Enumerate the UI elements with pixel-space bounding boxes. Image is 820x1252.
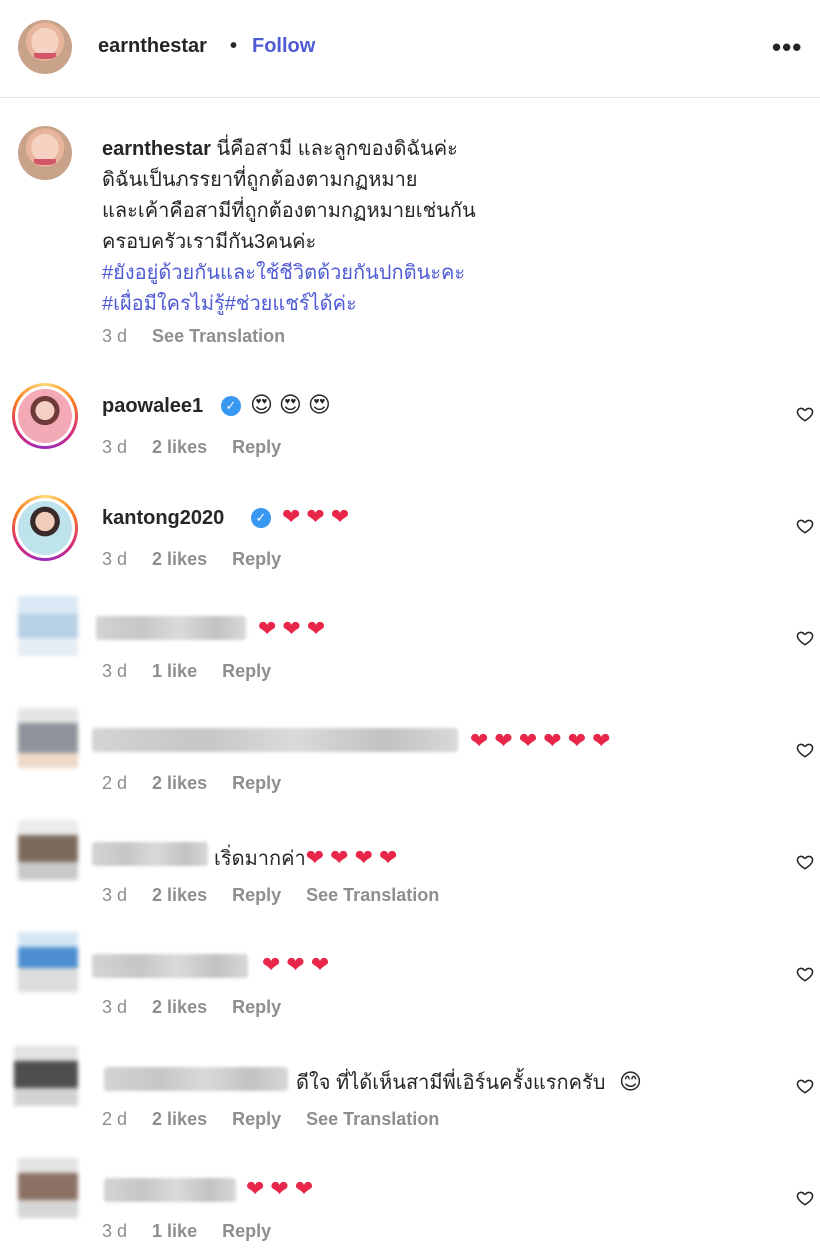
avatar	[18, 389, 72, 443]
reply-button[interactable]: Reply	[232, 997, 281, 1017]
heart-outline-icon[interactable]	[796, 853, 814, 871]
reply-button[interactable]: Reply	[232, 437, 281, 457]
caption-time: 3 d	[102, 326, 128, 346]
caption-text-1: นี่คือสามี และลูกของดิฉันค่ะ	[216, 138, 458, 160]
caption-line-1: earnthestar นี่คือสามี และลูกของดิฉันค่ะ	[102, 132, 458, 164]
comment-meta: 3 d 2 likes Reply See Translation	[102, 885, 459, 906]
comment-meta: 2 d 2 likes Reply See Translation	[102, 1109, 459, 1130]
comment-meta: 3 d 1 like Reply	[102, 661, 291, 682]
avatar	[18, 501, 72, 555]
comment-time: 3 d	[102, 885, 128, 905]
comment-username[interactable]	[92, 954, 248, 978]
avatar[interactable]	[18, 1158, 78, 1218]
comment-text: ❤❤❤	[262, 952, 336, 977]
avatar[interactable]	[18, 932, 78, 992]
comment-time: 2 d	[102, 773, 128, 793]
author-username[interactable]: earnthestar	[98, 35, 207, 58]
comment-meta: 3 d 2 likes Reply	[102, 549, 301, 570]
reply-button[interactable]: Reply	[232, 885, 281, 905]
reply-button[interactable]: Reply	[222, 661, 271, 681]
heart-outline-icon[interactable]	[796, 1077, 814, 1095]
comment-time: 3 d	[102, 661, 128, 681]
see-translation-button[interactable]: See Translation	[306, 1109, 439, 1129]
verified-badge-icon: ✓	[221, 396, 241, 416]
comment-time: 3 d	[102, 997, 128, 1017]
comment-meta: 3 d 1 like Reply	[102, 1221, 291, 1242]
reply-button[interactable]: Reply	[222, 1221, 271, 1241]
follow-button[interactable]: Follow	[252, 35, 315, 58]
smile-emoji-icon: 😊	[619, 1069, 642, 1094]
caption-text-4: ครอบครัวเรามีกัน3คนค่ะ	[102, 231, 317, 253]
heart-outline-icon[interactable]	[796, 965, 814, 983]
hashtag-2[interactable]: #เผื่อมีใครไม่รู้#ช่วยแชร์ได้ค่ะ	[102, 287, 357, 319]
avatar[interactable]	[18, 708, 78, 768]
comment-time: 3 d	[102, 549, 128, 569]
verified-badge-icon: ✓	[251, 508, 271, 528]
comment-text: ❤❤❤	[282, 504, 356, 529]
story-ring-avatar[interactable]	[12, 495, 78, 561]
comment-likes[interactable]: 2 likes	[152, 773, 207, 793]
comment-likes[interactable]: 2 likes	[152, 885, 207, 905]
comment-meta: 2 d 2 likes Reply	[102, 773, 301, 794]
comment-text-body: ดีใจ ที่ได้เห็นสามีพี่เอิร์นครั้งแรกครับ	[296, 1072, 606, 1094]
avatar[interactable]	[18, 820, 78, 880]
avatar[interactable]	[18, 596, 78, 656]
comment-text: ❤❤❤	[246, 1176, 320, 1201]
heart-outline-icon[interactable]	[796, 741, 814, 759]
comment-text: ดีใจ ที่ได้เห็นสามีพี่เอิร์นครั้งแรกครับ…	[296, 1066, 642, 1098]
heart-outline-icon[interactable]	[796, 629, 814, 647]
comment-username[interactable]	[92, 728, 458, 752]
caption-avatar[interactable]	[18, 126, 72, 180]
comment-hearts: ❤❤❤❤	[305, 845, 404, 870]
comment-text: เริ่ดมากค่า❤❤❤❤	[214, 842, 403, 874]
comment-text-body: เริ่ดมากค่า	[214, 848, 306, 870]
caption-meta: 3 d See Translation	[102, 326, 305, 347]
comment-likes[interactable]: 2 likes	[152, 997, 207, 1017]
author-avatar[interactable]	[18, 20, 72, 74]
caption-text-3: และเค้าคือสามีที่ถูกต้องตามกฏหมายเช่นกัน	[102, 200, 476, 222]
comment-username[interactable]: kantong2020	[102, 507, 224, 530]
comment-time: 3 d	[102, 1221, 128, 1241]
post-header: earnthestar • Follow •••	[0, 0, 820, 98]
comment-meta: 3 d 2 likes Reply	[102, 437, 301, 458]
caption-see-translation[interactable]: See Translation	[152, 326, 285, 346]
comment-meta: 3 d 2 likes Reply	[102, 997, 301, 1018]
comment-likes[interactable]: 2 likes	[152, 437, 207, 457]
comment-time: 2 d	[102, 1109, 128, 1129]
comment-text: ❤❤❤❤❤❤	[470, 728, 617, 753]
comment-text: 😍😍😍	[250, 392, 337, 417]
comment-username[interactable]	[104, 1067, 288, 1091]
comment-likes[interactable]: 1 like	[152, 1221, 197, 1241]
reply-button[interactable]: Reply	[232, 549, 281, 569]
separator-dot: •	[230, 35, 238, 57]
heart-outline-icon[interactable]	[796, 1189, 814, 1207]
see-translation-button[interactable]: See Translation	[306, 885, 439, 905]
comment-username[interactable]: paowalee1	[102, 395, 203, 418]
comment-likes[interactable]: 2 likes	[152, 1109, 207, 1129]
caption-username[interactable]: earnthestar	[102, 138, 211, 160]
comment-likes[interactable]: 2 likes	[152, 549, 207, 569]
reply-button[interactable]: Reply	[232, 1109, 281, 1129]
heart-outline-icon[interactable]	[796, 405, 814, 423]
more-options-icon[interactable]: •••	[772, 32, 802, 63]
comment-likes[interactable]: 1 like	[152, 661, 197, 681]
caption-text-2: ดิฉันเป็นภรรยาที่ถูกต้องตามกฏหมาย	[102, 169, 418, 191]
comment-text: ❤❤❤	[258, 616, 332, 641]
hashtag-1[interactable]: #ยังอยู่ด้วยกันและใช้ชีวิตด้วยกันปกตินะค…	[102, 256, 465, 288]
heart-outline-icon[interactable]	[796, 517, 814, 535]
reply-button[interactable]: Reply	[232, 773, 281, 793]
comment-username[interactable]	[92, 842, 208, 866]
avatar[interactable]	[14, 1046, 78, 1106]
comment-time: 3 d	[102, 437, 128, 457]
comment-username[interactable]	[104, 1178, 236, 1202]
story-ring-avatar[interactable]	[12, 383, 78, 449]
comment-username[interactable]	[96, 616, 246, 640]
